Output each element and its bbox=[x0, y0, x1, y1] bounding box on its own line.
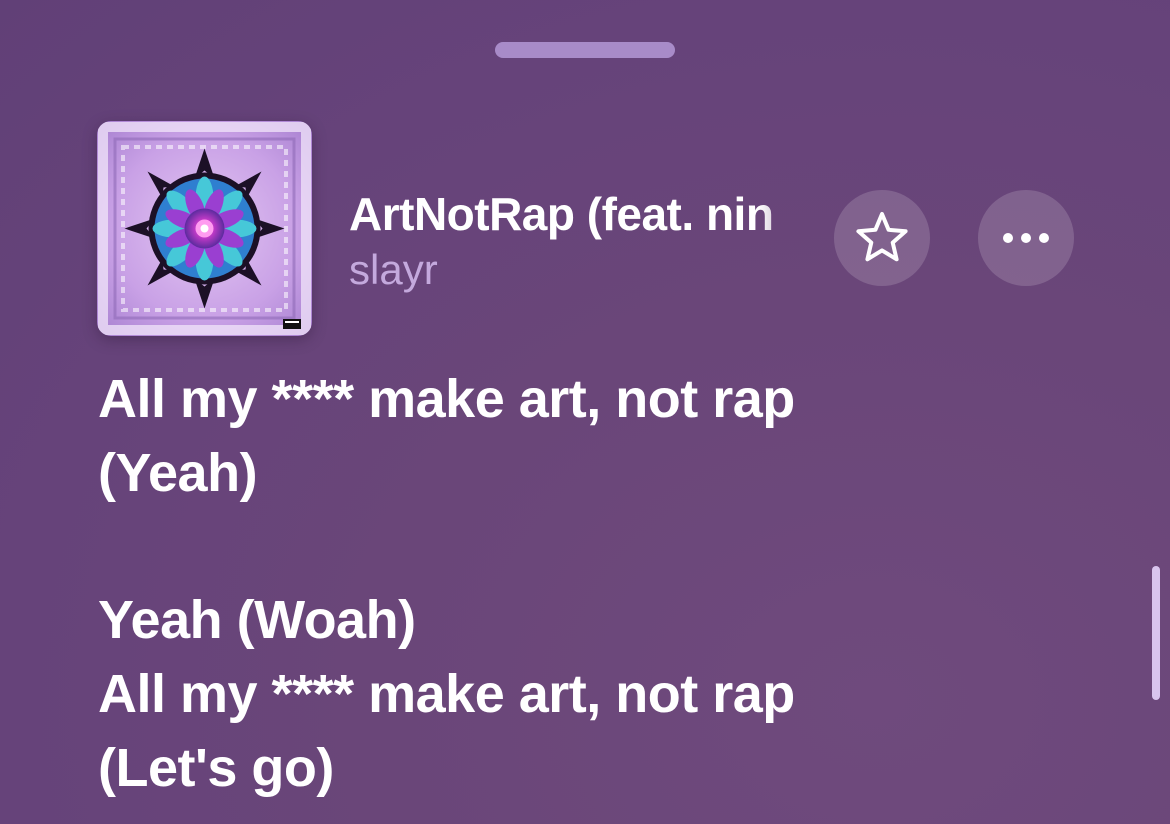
favorite-button[interactable] bbox=[834, 190, 930, 286]
lyric-line[interactable]: (Yeah) bbox=[98, 436, 998, 510]
sheet-grabber[interactable] bbox=[495, 42, 675, 58]
album-artwork-image bbox=[97, 121, 312, 336]
star-icon bbox=[856, 212, 908, 262]
lyrics-panel[interactable]: All my **** make art, not rap (Yeah) Yea… bbox=[98, 362, 998, 805]
lyric-line[interactable]: All my **** make art, not rap bbox=[98, 362, 998, 436]
lyric-line[interactable]: (Let's go) bbox=[98, 731, 998, 805]
more-options-button[interactable] bbox=[978, 190, 1074, 286]
song-title[interactable]: ArtNotRap (feat. nin bbox=[349, 184, 825, 244]
lyric-line[interactable]: Yeah (Woah) bbox=[98, 583, 998, 657]
song-artist[interactable]: slayr bbox=[349, 244, 438, 296]
scroll-indicator[interactable] bbox=[1152, 566, 1160, 700]
ellipsis-icon bbox=[1003, 233, 1049, 243]
album-artwork[interactable] bbox=[97, 121, 312, 336]
lyric-line[interactable]: All my **** make art, not rap bbox=[98, 657, 998, 731]
lyric-spacer bbox=[98, 510, 998, 583]
